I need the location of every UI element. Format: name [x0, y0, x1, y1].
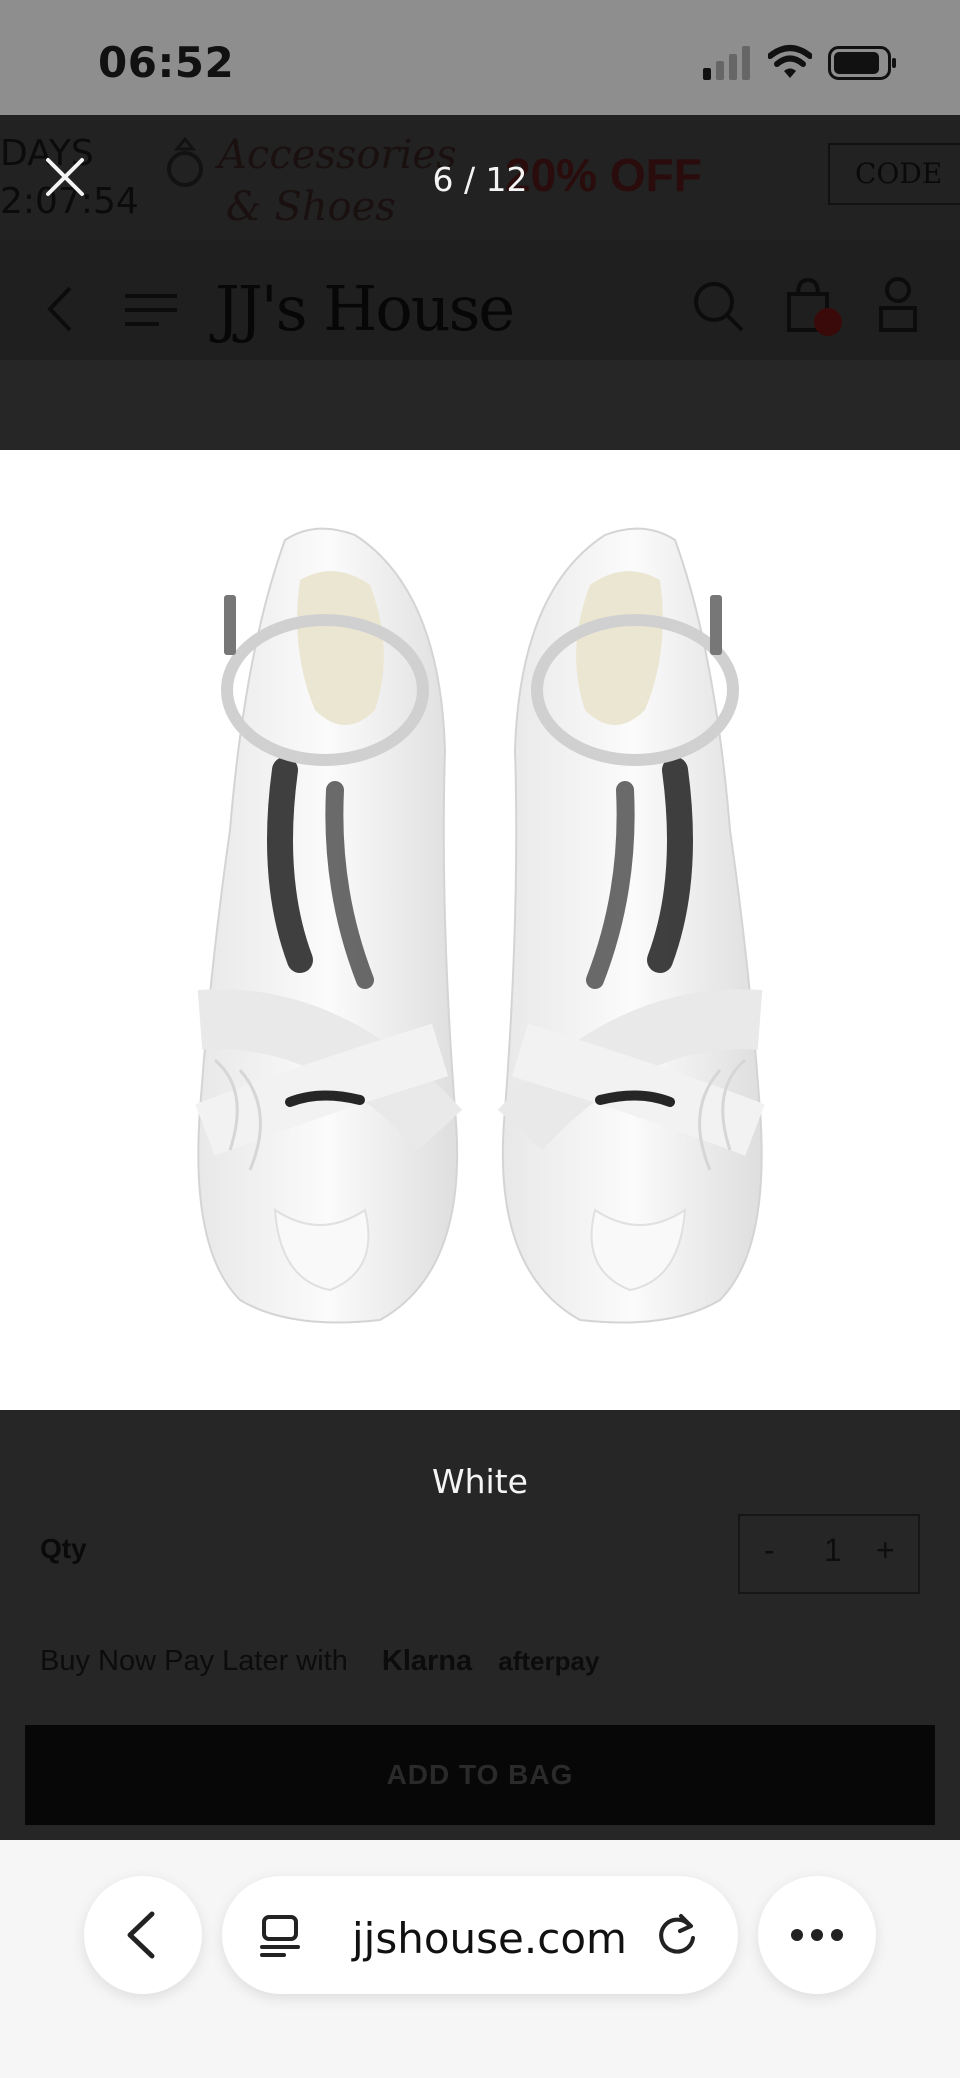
status-bar: 06:52 — [0, 0, 960, 115]
more-options-button[interactable] — [758, 1876, 876, 1994]
browser-back-button[interactable] — [84, 1876, 202, 1994]
wifi-icon — [768, 45, 812, 78]
product-image[interactable] — [0, 450, 960, 1410]
page-menu-icon — [260, 1915, 300, 1957]
chevron-left-icon — [127, 1911, 155, 1959]
status-time: 06:52 — [98, 38, 235, 87]
add-to-bag-button: ADD TO BAG — [25, 1725, 935, 1825]
qty-label: Qty — [40, 1533, 87, 1564]
site-logo: JJ's House — [215, 272, 515, 345]
browser-toolbar: jjshouse.com — [0, 1840, 960, 2078]
cellular-signal-icon — [703, 46, 750, 80]
qty-increment: + — [876, 1532, 895, 1568]
image-counter: 6 / 12 — [432, 160, 528, 199]
shopping-bag-icon — [787, 277, 842, 336]
quantity-stepper: - 1 + — [738, 1514, 920, 1594]
search-icon — [694, 282, 744, 332]
promo-code: CODE — [828, 143, 960, 205]
white-sandals-image — [195, 527, 765, 1324]
account-icon — [879, 277, 917, 332]
back-chevron-icon — [47, 286, 72, 332]
color-name: White — [432, 1462, 528, 1501]
menu-icon — [125, 294, 177, 326]
klarna-logo: Klarna — [381, 1645, 473, 1677]
close-gallery-button[interactable] — [40, 152, 90, 202]
qty-value: 1 — [824, 1532, 842, 1568]
url-text: jjshouse.com — [352, 1914, 627, 1963]
ring-icon — [167, 136, 203, 187]
bnpl-notice: Buy Now Pay Later with Klarna afterpay — [40, 1645, 600, 1677]
ellipsis-icon — [791, 1929, 843, 1941]
reload-icon[interactable] — [654, 1912, 700, 1958]
address-bar[interactable]: jjshouse.com — [222, 1876, 738, 1994]
qty-decrement: - — [764, 1532, 775, 1568]
battery-icon — [828, 46, 896, 80]
afterpay-logo: afterpay — [498, 1646, 600, 1676]
site-header: JJ's House — [0, 240, 960, 360]
